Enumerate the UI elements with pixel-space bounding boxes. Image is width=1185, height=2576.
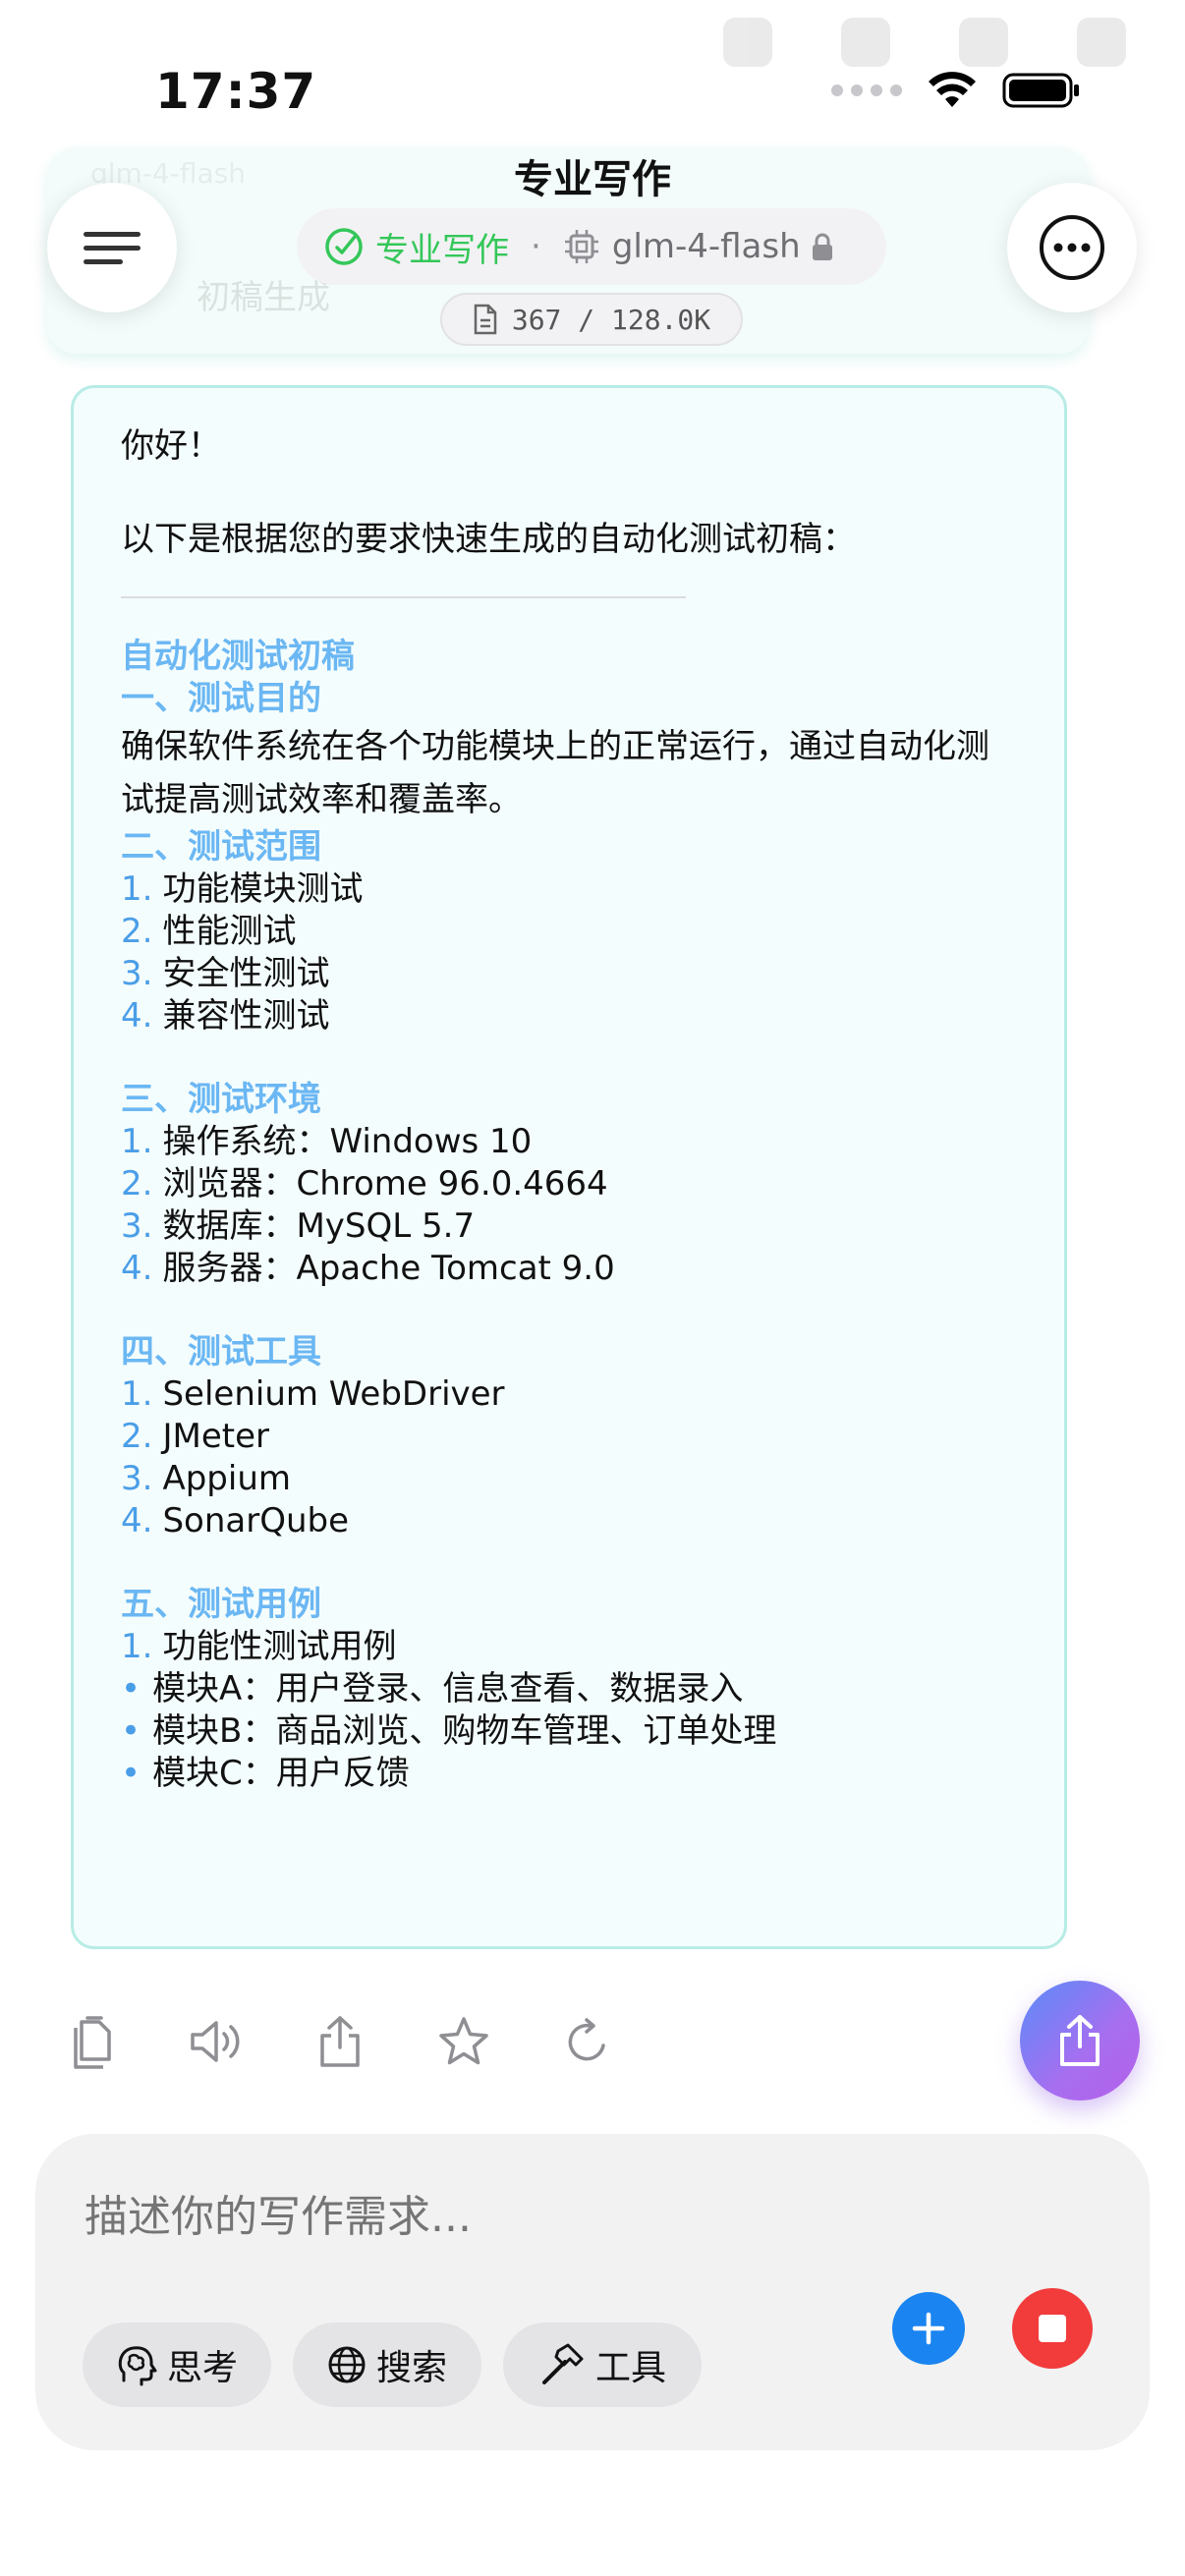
tools-list: 1. Selenium WebDriver 2. JMeter 3. Appium 4… — [121, 1373, 1017, 1542]
globe-icon — [328, 2346, 366, 2383]
search-toggle[interactable]: 搜索 — [293, 2323, 481, 2407]
scope-list: 1. 功能模块测试 2. 性能测试 3. 安全性测试 4. 兼容性测试 — [121, 868, 1017, 1037]
list-item: 1. Selenium WebDriver — [121, 1374, 505, 1414]
more-options-button[interactable] — [1007, 183, 1137, 312]
menu-button[interactable] — [47, 183, 177, 312]
more-horizontal-icon — [1040, 215, 1104, 280]
copy-icon — [74, 2016, 111, 2069]
section-heading-purpose: 一、测试目的 — [121, 679, 321, 718]
speaker-icon — [191, 2021, 240, 2062]
section-heading-tools: 四、测试工具 — [121, 1332, 321, 1372]
battery-icon — [1002, 73, 1079, 108]
list-item: 2. 性能测试 — [121, 912, 297, 951]
environment-list: 1. 操作系统：Windows 10 2. 浏览器：Chrome 96.0.4664… — [121, 1121, 1017, 1290]
faded-toolbar-icons — [723, 18, 1126, 67]
bullet-item: • 模块A：用户登录、信息查看、数据录入 — [121, 1669, 744, 1708]
token-counter: 367 / 128.0K — [440, 293, 743, 346]
pen-check-icon — [325, 228, 363, 265]
list-item: 3. 安全性测试 — [121, 954, 330, 993]
section-heading-test-cases: 五、测试用例 — [121, 1585, 321, 1624]
status-icons — [831, 71, 1081, 110]
refresh-icon — [568, 2018, 605, 2061]
cellular-signal-icon — [831, 84, 902, 96]
hammer-icon — [541, 2343, 584, 2384]
section-body-purpose: 确保软件系统在各个功能模块上的正常运行，通过自动化测试提高测试效率和覆盖率。 — [121, 727, 989, 819]
list-item: 3. Appium — [121, 1459, 291, 1498]
ghost-card-text: 初稿生成 — [197, 278, 330, 317]
lock-icon — [812, 233, 832, 260]
read-aloud-button[interactable] — [189, 2014, 244, 2069]
bullet-item: • 模块B：商品浏览、购物车管理、订单处理 — [121, 1711, 777, 1751]
search-label: 搜索 — [375, 2348, 447, 2388]
mode-label: 专业写作 — [375, 230, 509, 270]
test-cases-list: 1. 功能性测试用例 • 模块A：用户登录、信息查看、数据录入 • 模块B：商品浏览、… — [121, 1626, 1017, 1795]
list-item: 4. SonarQube — [121, 1501, 350, 1540]
model-label: glm-4-flash — [611, 227, 801, 266]
section-heading-scope: 二、测试范围 — [121, 827, 321, 867]
chip-icon — [564, 230, 598, 263]
message-intro: 以下是根据您的要求快速生成的自动化测试初稿： — [121, 520, 856, 559]
star-icon — [439, 2017, 488, 2065]
share-icon — [320, 2016, 360, 2067]
share-icon — [1060, 2015, 1100, 2066]
message-actions — [65, 2014, 615, 2069]
list-item: 2. JMeter — [121, 1417, 269, 1456]
think-label: 思考 — [166, 2348, 238, 2388]
list-item: 1. 功能模块测试 — [121, 869, 364, 909]
list-item: 2. 浏览器：Chrome 96.0.4664 — [121, 1164, 608, 1204]
mode-separator: · — [531, 227, 541, 266]
section-heading-environment: 三、测试环境 — [121, 1080, 321, 1119]
bullet-item: • 模块C：用户反馈 — [121, 1754, 410, 1793]
list-item: 4. 服务器：Apache Tomcat 9.0 — [121, 1249, 615, 1288]
divider — [121, 596, 686, 598]
mode-model-selector[interactable]: 专业写作 · glm-4-flash — [297, 208, 886, 285]
stop-icon — [1039, 2315, 1066, 2342]
hamburger-menu-icon — [84, 232, 141, 264]
stop-generation-button[interactable] — [1012, 2288, 1093, 2369]
copy-button[interactable] — [65, 2014, 120, 2069]
prompt-input[interactable] — [83, 2191, 971, 2243]
tools-label: 工具 — [594, 2348, 666, 2388]
list-item: 1. 功能性测试用例 — [121, 1627, 397, 1666]
regenerate-button[interactable] — [560, 2014, 615, 2069]
brain-head-icon — [118, 2346, 157, 2386]
plus-icon — [912, 2312, 945, 2345]
share-button[interactable] — [312, 2014, 367, 2069]
export-share-fab[interactable] — [1020, 1981, 1140, 2100]
document-title: 自动化测试初稿 — [121, 637, 355, 676]
list-item: 1. 操作系统：Windows 10 — [121, 1122, 533, 1161]
list-item: 3. 数据库：MySQL 5.7 — [121, 1206, 476, 1246]
list-item: 4. 兼容性测试 — [121, 996, 330, 1036]
page-title: 专业写作 — [514, 157, 671, 202]
status-time: 17:37 — [155, 63, 317, 120]
message-greeting: 你好！ — [121, 426, 221, 466]
assistant-message-card: 你好！ 以下是根据您的要求快速生成的自动化测试初稿： 自动化测试初稿 一、测试目… — [71, 385, 1067, 1949]
document-icon — [474, 304, 497, 335]
composer-panel: 思考 搜索 工具 — [35, 2134, 1150, 2450]
tools-button[interactable]: 工具 — [503, 2323, 702, 2407]
add-attachment-button[interactable] — [892, 2292, 965, 2365]
wifi-icon — [929, 72, 976, 107]
think-toggle[interactable]: 思考 — [83, 2323, 271, 2407]
token-count-text: 367 / 128.0K — [511, 303, 711, 336]
favorite-button[interactable] — [436, 2014, 491, 2069]
